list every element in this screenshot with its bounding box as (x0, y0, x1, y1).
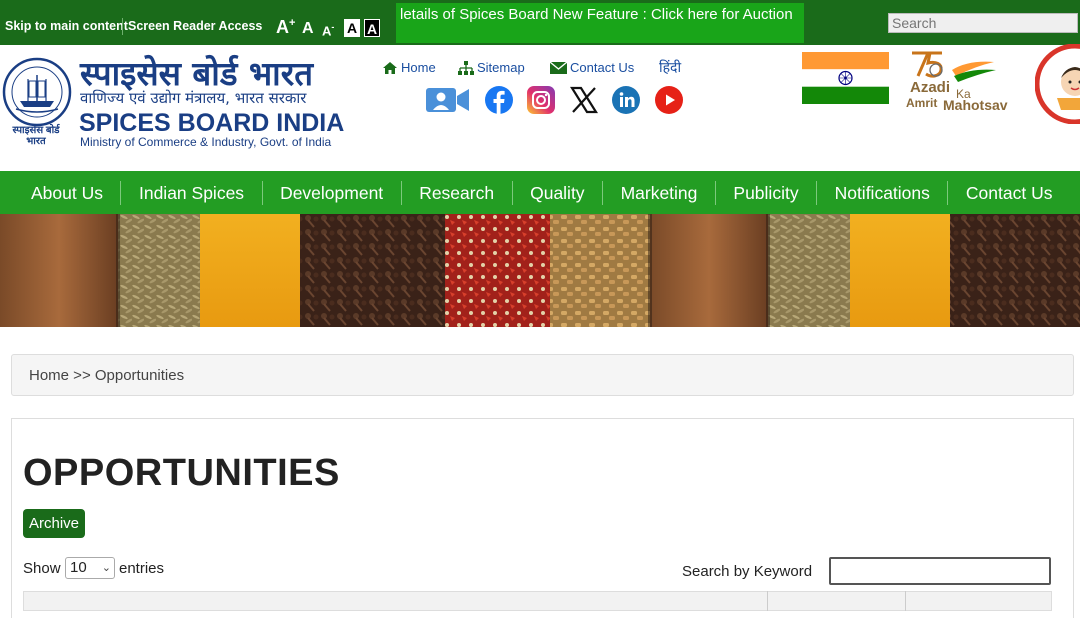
youtube-icon[interactable] (655, 86, 683, 114)
page-title: OPPORTUNITIES (23, 452, 340, 495)
chevron-down-icon: ⌄ (102, 558, 111, 578)
table-header-row (23, 591, 1052, 611)
ministry-text: Ministry of Commerce & Industry, Govt. o… (80, 135, 331, 149)
font-normal-button[interactable]: A (302, 20, 314, 38)
emblem-caption: स्पाइसेस बोर्ड भारत (4, 125, 68, 147)
nav-notifications[interactable]: Notifications (817, 181, 948, 205)
x-twitter-icon[interactable] (570, 86, 598, 114)
nav-publicity[interactable]: Publicity (716, 181, 817, 205)
beti-bachao-logo-icon (1035, 44, 1080, 124)
breadcrumb-text[interactable]: Home >> Opportunities (29, 367, 184, 384)
home-icon (382, 61, 398, 75)
quick-link-home[interactable]: Home (382, 60, 436, 75)
video-call-icon[interactable] (426, 86, 470, 114)
font-increase-button[interactable]: A+ (276, 17, 295, 38)
nav-development[interactable]: Development (263, 181, 402, 205)
skip-to-main-link[interactable]: Skip to main content (5, 19, 128, 33)
nav-indian-spices[interactable]: Indian Spices (121, 181, 262, 205)
table-column-divider (767, 591, 768, 611)
show-label: Show (23, 560, 61, 577)
ticker-text[interactable]: letails of Spices Board New Feature : Cl… (400, 6, 793, 23)
india-flag-icon (802, 52, 889, 104)
spices-board-emblem-icon (2, 57, 72, 127)
mail-icon (550, 62, 567, 74)
content-panel (11, 418, 1074, 618)
spices-banner-image (0, 214, 1080, 327)
dark-contrast-button[interactable]: A (364, 19, 380, 37)
light-contrast-button[interactable]: A (344, 19, 360, 37)
top-utility-bar: Skip to main content Screen Reader Acces… (0, 0, 1080, 45)
quick-link-sitemap[interactable]: Sitemap (458, 60, 525, 75)
screen-reader-access-link[interactable]: Screen Reader Access (128, 19, 262, 33)
breadcrumb: Home >> Opportunities (11, 354, 1074, 396)
language-hindi-link[interactable]: हिंदी (659, 58, 681, 77)
keyword-search-label: Search by Keyword (682, 563, 812, 580)
instagram-icon[interactable] (527, 86, 555, 114)
page-size-select[interactable]: 10 ⌄ (65, 557, 115, 579)
table-column-divider (905, 591, 906, 611)
nav-about-us[interactable]: About Us (0, 181, 121, 205)
site-search-input[interactable] (888, 13, 1078, 33)
entries-label: entries (119, 560, 164, 577)
nav-quality[interactable]: Quality (513, 181, 603, 205)
brand-subtitle-hindi: वाणिज्य एवं उद्योग मंत्रालय, भारत सरकार (80, 88, 306, 108)
brand-name-english[interactable]: SPICES BOARD INDIA (79, 109, 344, 138)
font-decrease-button[interactable]: A- (322, 22, 334, 38)
nav-marketing[interactable]: Marketing (603, 181, 716, 205)
nav-contact-us[interactable]: Contact Us (948, 181, 1070, 205)
azadi-ka-amrit-mahotsav-logo: Azadi Ka Amrit Mahotsav (906, 50, 1021, 114)
main-navigation: About Us Indian Spices Development Resea… (0, 171, 1080, 214)
divider (122, 18, 123, 35)
facebook-icon[interactable] (485, 86, 513, 114)
linkedin-icon[interactable] (612, 86, 640, 114)
archive-button[interactable]: Archive (23, 509, 85, 538)
quick-link-contact[interactable]: Contact Us (550, 60, 634, 75)
sitemap-icon (458, 61, 474, 75)
news-ticker[interactable]: letails of Spices Board New Feature : Cl… (396, 3, 804, 43)
keyword-search-input[interactable] (829, 557, 1051, 585)
nav-research[interactable]: Research (402, 181, 513, 205)
